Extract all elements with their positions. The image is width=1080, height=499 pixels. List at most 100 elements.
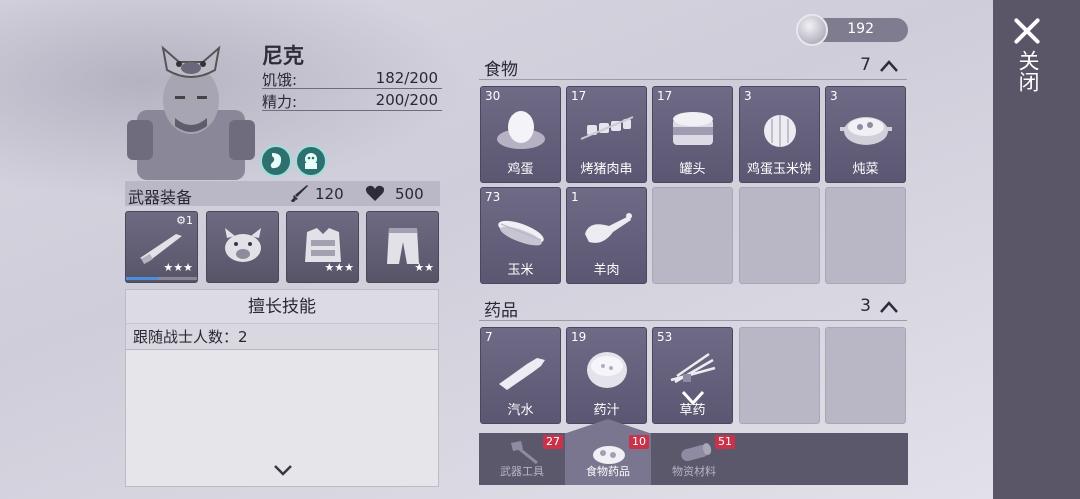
item-qty: 17 xyxy=(571,89,587,103)
currency-display: 192 xyxy=(796,14,908,46)
medicine-bowl-icon xyxy=(587,352,627,388)
inventory-item-can[interactable]: 17 罐头 xyxy=(652,86,733,183)
inventory-item-soda[interactable]: 7 汽水 xyxy=(480,327,561,424)
empty-slot xyxy=(652,187,733,284)
inventory-item-medicine[interactable]: 19 药汁 xyxy=(566,327,647,424)
boar-mask-icon xyxy=(225,228,261,262)
corn-icon xyxy=(498,220,544,246)
skill-title: 擅长技能 xyxy=(126,290,438,324)
item-name: 玉米 xyxy=(507,263,534,278)
armor-vest-icon xyxy=(305,228,341,262)
item-qty: 53 xyxy=(657,330,673,344)
inventory-item-corn[interactable]: 73 玉米 xyxy=(480,187,561,284)
inventory-item-skewer[interactable]: 17 烤猪肉串 xyxy=(566,86,647,183)
item-name: 罐头 xyxy=(679,162,706,177)
empty-slot xyxy=(739,327,820,424)
tab-badge: 51 xyxy=(715,435,735,449)
chevron-down-icon[interactable] xyxy=(273,464,293,476)
item-name: 汽水 xyxy=(507,403,534,418)
item-qty: 19 xyxy=(571,330,587,344)
silver-coin-icon xyxy=(796,14,828,46)
item-qty: 30 xyxy=(485,89,501,103)
equipment-header: 武器装备 120 500 xyxy=(125,181,440,207)
sword-icon xyxy=(291,185,308,202)
character-portrait xyxy=(127,45,255,180)
log-icon xyxy=(681,443,712,462)
pancake-icon xyxy=(764,115,796,147)
attack-value: 120 xyxy=(315,185,344,203)
medicine-section-header[interactable]: 药品 3 xyxy=(479,295,907,321)
food-section-count: 7 xyxy=(860,55,871,75)
item-qty: 7 xyxy=(485,330,493,344)
armor-slot[interactable]: ★★★ xyxy=(286,211,359,283)
item-qty: 17 xyxy=(657,89,673,103)
hunger-stat: 饥饿: 182/200 xyxy=(262,67,442,89)
empty-slot xyxy=(739,187,820,284)
inventory-item-lamb[interactable]: 1 羊肉 xyxy=(566,187,647,284)
soda-bottle-icon xyxy=(499,358,545,390)
stat-value: 200/200 xyxy=(375,91,438,109)
skill-panel: 擅长技能 跟随战士人数：2 xyxy=(125,289,439,487)
item-name: 炖菜 xyxy=(852,162,879,177)
medicine-section-count: 3 xyxy=(860,296,871,316)
close-sidebar[interactable]: 关闭 xyxy=(993,0,1080,499)
equipment-title: 武器装备 xyxy=(128,188,193,207)
inventory-item-pancake[interactable]: 3 鸡蛋玉米饼 xyxy=(739,86,820,183)
pants-stars: ★★ xyxy=(414,261,434,274)
chevron-up-icon[interactable] xyxy=(879,300,899,314)
can-icon xyxy=(673,112,713,145)
tab-weapons-tools[interactable]: 27 武器工具 xyxy=(479,433,565,485)
skewer-icon xyxy=(580,116,634,140)
item-qty: 3 xyxy=(744,89,752,103)
close-icon[interactable] xyxy=(1012,16,1042,46)
medicine-section-title: 药品 xyxy=(484,301,518,321)
inventory-item-egg[interactable]: 30 鸡蛋 xyxy=(480,86,561,183)
weapon-level: ⚙1 xyxy=(176,214,193,227)
heart-icon xyxy=(365,185,385,201)
weapon-stars: ★★★ xyxy=(163,261,193,274)
item-qty: 1 xyxy=(571,190,579,204)
item-qty: 73 xyxy=(485,190,501,204)
energy-stat: 精力: 200/200 xyxy=(262,89,442,111)
lamb-leg-icon xyxy=(585,213,632,243)
health-value: 500 xyxy=(395,185,424,203)
stomach-status-icon[interactable] xyxy=(260,145,292,177)
skill-row: 跟随战士人数：2 xyxy=(126,324,438,350)
tab-label: 武器工具 xyxy=(500,465,544,478)
food-section-header[interactable]: 食物 7 xyxy=(479,54,907,80)
pants-slot[interactable]: ★★ xyxy=(366,211,439,283)
chevron-up-icon[interactable] xyxy=(879,59,899,73)
ghost-status-icon[interactable] xyxy=(295,145,327,177)
tab-label: 食物药品 xyxy=(586,465,630,478)
category-tab-bar: 27 武器工具 10 食物药品 51 物资材料 xyxy=(479,419,908,485)
tab-label: 物资材料 xyxy=(672,465,716,478)
stat-value: 182/200 xyxy=(375,69,438,87)
weapon-slot[interactable]: ⚙1 ★★★ xyxy=(125,211,198,283)
herb-icon xyxy=(670,352,716,384)
empty-slot xyxy=(825,327,906,424)
item-name: 鸡蛋 xyxy=(507,162,534,177)
item-name: 药汁 xyxy=(593,403,620,418)
food-section-title: 食物 xyxy=(484,60,518,80)
close-label[interactable]: 关闭 xyxy=(1014,50,1040,92)
pants-icon xyxy=(387,228,419,264)
inventory-item-stew[interactable]: 3 炖菜 xyxy=(825,86,906,183)
tab-food-medicine[interactable]: 10 食物药品 xyxy=(565,419,651,485)
egg-nest-icon xyxy=(497,111,545,149)
inventory-item-herb[interactable]: 53 草药 xyxy=(652,327,733,424)
item-name: 羊肉 xyxy=(593,263,620,278)
chevron-down-icon[interactable] xyxy=(681,390,705,406)
stat-label: 精力: xyxy=(262,93,298,111)
currency-amount: 192 xyxy=(847,21,874,37)
item-name: 鸡蛋玉米饼 xyxy=(746,162,812,177)
stew-pot-icon xyxy=(840,117,892,145)
tab-materials[interactable]: 51 物资材料 xyxy=(651,433,737,485)
character-name: 尼克 xyxy=(262,44,304,68)
weapon-xp-bar xyxy=(126,277,197,280)
tab-badge: 10 xyxy=(629,435,649,449)
item-qty: 3 xyxy=(830,89,838,103)
mask-slot[interactable] xyxy=(206,211,279,283)
armor-stars: ★★★ xyxy=(324,261,354,274)
rifle-icon xyxy=(140,234,182,265)
empty-slot xyxy=(825,187,906,284)
